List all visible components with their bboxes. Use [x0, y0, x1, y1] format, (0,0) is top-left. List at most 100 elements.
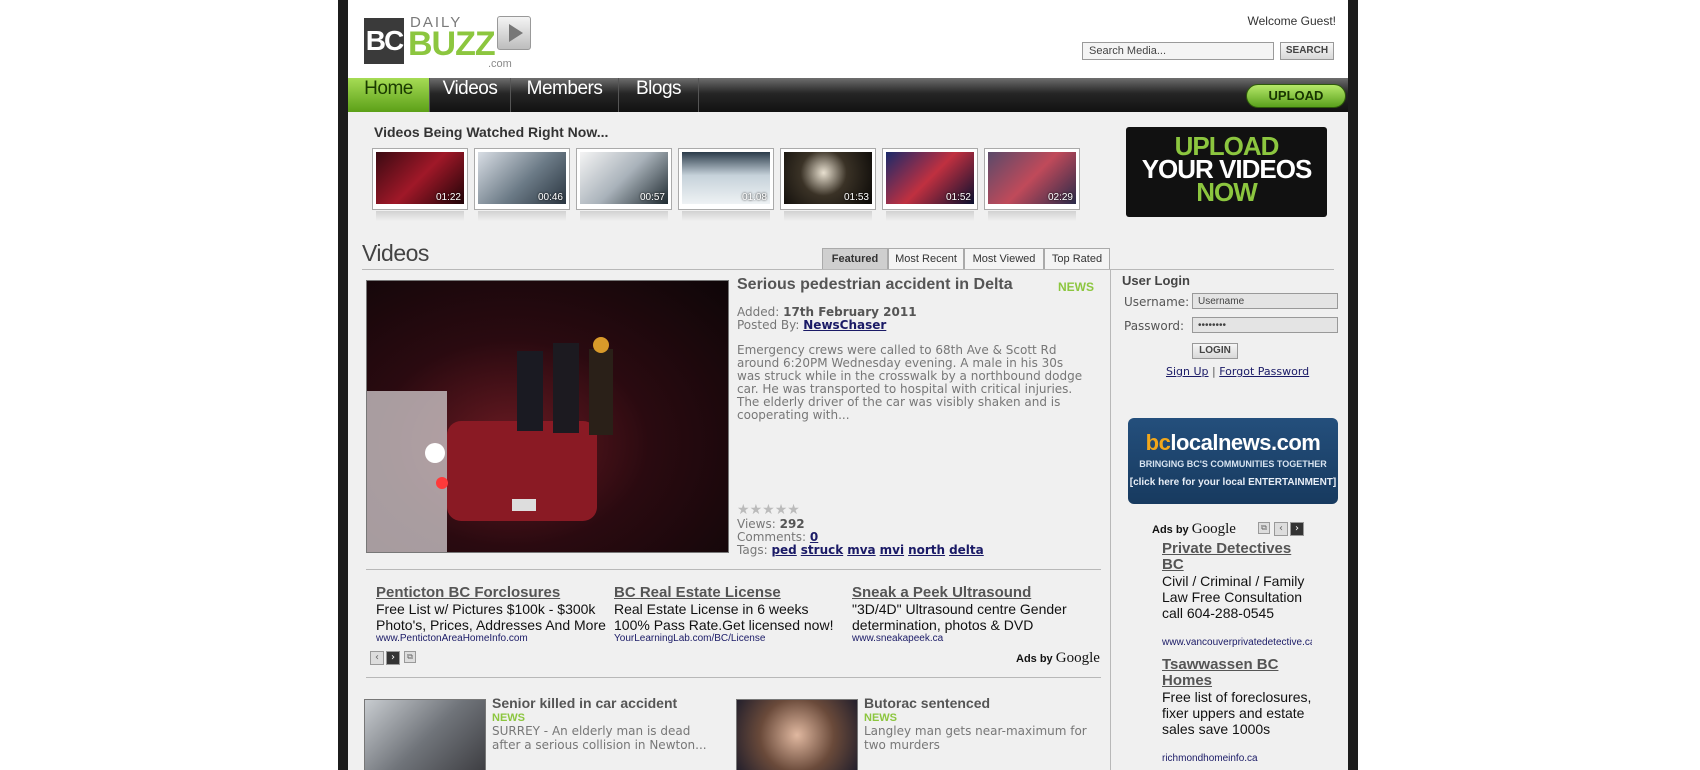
- featured-posted: Posted By: NewsChaser: [737, 318, 886, 332]
- star-icon[interactable]: ★: [787, 501, 800, 518]
- video-thumbnail[interactable]: 00:57: [576, 148, 672, 221]
- featured-title[interactable]: Serious pedestrian accident in Delta: [737, 276, 1013, 294]
- google-logo: Google: [1191, 521, 1236, 537]
- story-category[interactable]: NEWS: [492, 712, 525, 724]
- password-label: Password:: [1124, 319, 1185, 333]
- featured-description: Emergency crews were called to 68th Ave …: [737, 343, 1083, 422]
- login-button[interactable]: LOGIN: [1192, 343, 1238, 359]
- video-thumbnail[interactable]: 01:53: [780, 148, 876, 221]
- star-icon[interactable]: ★: [762, 501, 775, 518]
- username-field[interactable]: [1192, 293, 1338, 309]
- password-field[interactable]: [1192, 317, 1338, 333]
- ad-text: "3D/4D" Ultrasound centre Gender determi…: [852, 601, 1067, 633]
- tab-featured[interactable]: Featured: [822, 248, 888, 269]
- video-duration: 02:29: [1047, 192, 1073, 203]
- login-links: Sign Up | Forgot Password: [1166, 365, 1309, 378]
- star-icon[interactable]: ★: [750, 501, 763, 518]
- story-category[interactable]: NEWS: [864, 712, 897, 724]
- tab-most-recent[interactable]: Most Recent: [888, 248, 964, 269]
- bclocalnews-logo-rest: localnews.com: [1170, 430, 1321, 455]
- expand-icon[interactable]: ⧉: [404, 651, 416, 663]
- ad-title[interactable]: Penticton BC Forclosures: [376, 584, 606, 601]
- ads-by-google[interactable]: Ads by Google: [1016, 650, 1100, 667]
- ad-title[interactable]: BC Real Estate License: [614, 584, 844, 601]
- video-duration: 01:08: [741, 192, 767, 203]
- search-input[interactable]: [1082, 42, 1274, 60]
- story-title[interactable]: Butorac sentenced: [864, 695, 990, 711]
- video-duration: 00:57: [639, 192, 665, 203]
- video-duration: 01:52: [945, 192, 971, 203]
- video-thumbnail[interactable]: 00:46: [474, 148, 570, 221]
- video-thumbnail[interactable]: 01:22: [372, 148, 468, 221]
- side-ad-text: Civil / Criminal / Family Law Free Consu…: [1162, 573, 1305, 621]
- divider: [362, 269, 1334, 270]
- prev-arrow-icon[interactable]: ‹: [370, 651, 384, 665]
- tag-link[interactable]: delta: [949, 543, 984, 557]
- next-arrow-icon[interactable]: ›: [386, 651, 400, 665]
- added-label: Added:: [737, 305, 780, 319]
- nav-home[interactable]: Home: [348, 78, 430, 112]
- story-title[interactable]: Senior killed in car accident: [492, 695, 677, 711]
- video-thumbnail[interactable]: 01:08: [678, 148, 774, 221]
- logo-com: .com: [488, 58, 512, 70]
- tab-top-rated[interactable]: Top Rated: [1044, 248, 1110, 269]
- forgot-password-link[interactable]: Forgot Password: [1219, 365, 1309, 378]
- story-text: SURREY - An elderly man is dead after a …: [492, 724, 707, 752]
- upload-videos-banner[interactable]: UPLOAD YOUR VIDEOS NOW: [1126, 127, 1327, 217]
- tags-label: Tags:: [737, 543, 768, 557]
- bclocalnews-banner[interactable]: bclocalnews.com BRINGING BC'S COMMUNITIE…: [1128, 418, 1338, 504]
- nav-videos[interactable]: Videos: [430, 78, 511, 112]
- nav-members[interactable]: Members: [511, 78, 619, 112]
- bclocalnews-tagline: BRINGING BC'S COMMUNITIES TOGETHER: [1139, 459, 1327, 469]
- featured-video-player[interactable]: [366, 280, 729, 553]
- expand-icon[interactable]: ⧉: [1258, 522, 1270, 534]
- featured-added: Added: 17th February 2011: [737, 305, 917, 319]
- ad-unit[interactable]: Penticton BC Forclosures Free List w/ Pi…: [376, 584, 606, 644]
- star-icon[interactable]: ★: [775, 501, 788, 518]
- page: BC DAILY BUZZ .com Welcome Guest! SEARCH…: [348, 0, 1348, 770]
- story-thumbnail[interactable]: [364, 699, 486, 770]
- video-thumbnail[interactable]: 01:52: [882, 148, 978, 221]
- ad-title[interactable]: Sneak a Peek Ultrasound: [852, 584, 1082, 601]
- story-thumbnail[interactable]: [736, 699, 858, 770]
- star-icon[interactable]: ★: [737, 501, 750, 518]
- tag-link[interactable]: north: [908, 543, 945, 557]
- search-button[interactable]: SEARCH: [1280, 42, 1334, 60]
- nav-blogs[interactable]: Blogs: [619, 78, 699, 112]
- side-ad-url[interactable]: richmondhomeinfo.ca: [1162, 753, 1312, 764]
- side-ad-title[interactable]: Private Detectives BC: [1162, 541, 1312, 573]
- ad-text: Free List w/ Pictures $100k - $300k Phot…: [376, 601, 606, 633]
- video-duration: 01:22: [435, 192, 461, 203]
- ad-unit[interactable]: BC Real Estate License Real Estate Licen…: [614, 584, 844, 644]
- next-arrow-icon[interactable]: ›: [1290, 522, 1304, 536]
- upload-button[interactable]: UPLOAD: [1246, 84, 1346, 108]
- site-logo[interactable]: BC DAILY BUZZ .com: [364, 14, 534, 70]
- posted-by-link[interactable]: NewsChaser: [803, 318, 886, 332]
- login-heading: User Login: [1122, 273, 1190, 288]
- side-ad-text: Free list of foreclosures, fixer uppers …: [1162, 689, 1312, 737]
- side-ad-url[interactable]: www.vancouverprivatedetective.ca: [1162, 637, 1312, 648]
- ads-by-google[interactable]: Ads by Google: [1152, 521, 1236, 538]
- videos-heading: Videos: [362, 240, 429, 266]
- tab-most-viewed[interactable]: Most Viewed: [964, 248, 1044, 269]
- ads-by-label: Ads by: [1016, 653, 1053, 665]
- video-thumbnail[interactable]: 02:29: [984, 148, 1080, 221]
- featured-category[interactable]: NEWS: [1058, 280, 1094, 294]
- ad-url[interactable]: www.PentictonAreaHomeInfo.com: [376, 633, 606, 644]
- ad-url[interactable]: www.sneakapeek.ca: [852, 633, 1082, 644]
- logo-buzz: BUZZ: [408, 25, 496, 63]
- tag-link[interactable]: struck: [801, 543, 843, 557]
- tag-link[interactable]: ped: [771, 543, 796, 557]
- ad-text: Real Estate License in 6 weeks 100% Pass…: [614, 601, 834, 633]
- signup-link[interactable]: Sign Up: [1166, 365, 1209, 378]
- prev-arrow-icon[interactable]: ‹: [1274, 522, 1288, 536]
- comments-link[interactable]: 0: [810, 530, 818, 544]
- tag-link[interactable]: mva: [847, 543, 875, 557]
- link-separator: |: [1212, 365, 1216, 378]
- ad-unit[interactable]: Sneak a Peek Ultrasound "3D/4D" Ultrasou…: [852, 584, 1082, 644]
- welcome-text: Welcome Guest!: [1247, 14, 1336, 28]
- main-nav: Home Videos Members Blogs: [348, 78, 1348, 112]
- tag-link[interactable]: mvi: [880, 543, 904, 557]
- side-ad-title[interactable]: Tsawwassen BC Homes: [1162, 657, 1312, 689]
- ad-url[interactable]: YourLearningLab.com/BC/License: [614, 633, 844, 644]
